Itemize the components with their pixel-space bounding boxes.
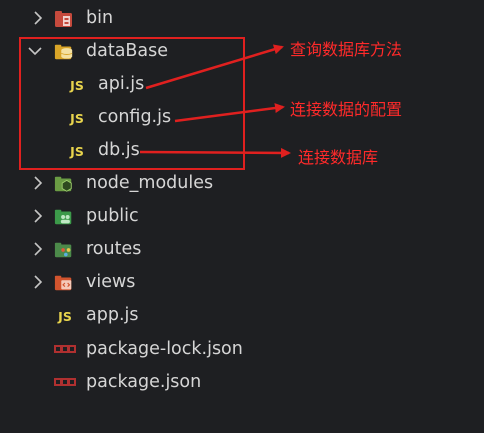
annotation-arrows [139,44,291,158]
annotation-arrow-config [174,103,285,123]
annotation-arrow-api [145,44,284,90]
annotation-config-note: 连接数据的配置 [290,100,403,119]
annotation-api-note: 查询数据库方法 [290,40,403,59]
annotation-db-note: 连接数据库 [298,148,379,167]
annotation-arrow-db [139,147,291,158]
